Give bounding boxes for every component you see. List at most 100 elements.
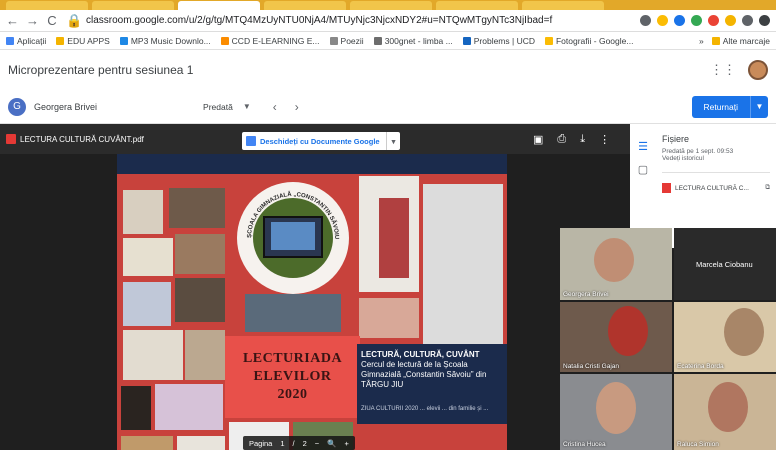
- photo: [123, 238, 173, 276]
- zoom-in-icon[interactable]: +: [345, 439, 349, 448]
- bookmark[interactable]: MP3 Music Downlo...: [119, 36, 211, 46]
- svg-text:ȘCOALA GIMNAZIALĂ „CONSTANTIN: ȘCOALA GIMNAZIALĂ „CONSTANTIN SĂVOIU”: [237, 182, 339, 239]
- browser-tab[interactable]: [264, 1, 346, 10]
- participant-face: [608, 306, 648, 356]
- open-with-docs-button[interactable]: Deschideți cu Documente Google ▾: [242, 132, 401, 150]
- page-title: Microprezentare pentru sesiunea 1: [8, 63, 194, 77]
- viewer-tools: ▣ ⎙ ⤓ ⋮: [533, 133, 610, 146]
- folder-icon: [56, 36, 65, 45]
- browser-tab[interactable]: [92, 1, 174, 10]
- student-name[interactable]: Georgera Brivei: [34, 102, 97, 112]
- zoom-icon[interactable]: 🔍: [327, 439, 336, 448]
- comment-icon[interactable]: ▣: [533, 133, 543, 146]
- browser-tab[interactable]: [522, 1, 604, 10]
- bookmark[interactable]: CCD E-LEARNING E...: [220, 36, 320, 46]
- bookmark[interactable]: Aplicații: [6, 36, 46, 46]
- poster-title-line2: ELEVILOR: [253, 369, 332, 384]
- bookmark[interactable]: 300gnet - limba ...: [373, 36, 453, 46]
- file-item[interactable]: LECTURA CULTURĂ C... ⧉: [662, 172, 770, 193]
- site-icon: [462, 36, 471, 45]
- photo: [423, 184, 503, 344]
- participant-tile[interactable]: Marcela Ciobanu: [674, 228, 776, 300]
- page-separator: /: [292, 438, 295, 448]
- comments-icon[interactable]: ▢: [638, 163, 648, 176]
- bookmark[interactable]: EDU APPS: [56, 36, 110, 46]
- address-bar-row: ← → C 🔒 classroom.google.com/u/2/g/tg/MT…: [0, 10, 776, 32]
- participant-face: [596, 382, 636, 434]
- bookmarks-right: » Alte marcaje: [699, 36, 770, 46]
- page-current[interactable]: 1: [280, 439, 284, 448]
- participant-tile[interactable]: Cristina Hucea: [560, 374, 672, 450]
- more-bookmarks-icon[interactable]: »: [699, 36, 704, 46]
- participant-name: Ecaterina Borda: [677, 363, 724, 370]
- participant-name: Raluca Simion: [677, 441, 719, 448]
- participant-tile[interactable]: Natalia Cristi Gajan: [560, 302, 672, 372]
- app-header: Microprezentare pentru sesiunea 1 ⋮⋮: [0, 50, 776, 90]
- more-options-icon[interactable]: ⋮: [599, 133, 610, 146]
- url-field[interactable]: classroom.google.com/u/2/g/tg/MTQ4MzUyNT…: [86, 15, 632, 26]
- apps-grid-icon[interactable]: ⋮⋮: [710, 62, 736, 78]
- account-avatar[interactable]: [748, 60, 768, 80]
- details-icon[interactable]: ☰: [638, 140, 648, 153]
- open-external-icon[interactable]: ⧉: [765, 184, 770, 192]
- poster-title-line3: 2020: [277, 387, 308, 402]
- participant-face: [708, 382, 748, 432]
- grading-bar: G Georgera Brivei Predată ▼ ‹ › Returnaț…: [0, 90, 776, 124]
- site-icon: [373, 36, 382, 45]
- folder-icon: [711, 36, 720, 45]
- print-icon[interactable]: ⎙: [557, 133, 566, 146]
- zoom-icon[interactable]: [640, 15, 651, 26]
- browser-tab-active[interactable]: [178, 1, 260, 10]
- view-history-link[interactable]: Vedeți istoricul: [662, 155, 770, 162]
- pdf-page: ȘCOALA GIMNAZIALĂ „CONSTANTIN SĂVOIU” LE…: [117, 154, 507, 450]
- participant-face: [724, 308, 764, 356]
- browser-tab[interactable]: [350, 1, 432, 10]
- browser-tab-strip: [0, 0, 776, 10]
- return-button[interactable]: Returnați: [691, 95, 750, 118]
- bookmark[interactable]: Problems | UCD: [462, 36, 535, 46]
- page-controls: Pagina 1 / 2 − 🔍 +: [243, 436, 355, 450]
- participant-tile[interactable]: Ecaterina Borda: [674, 302, 776, 372]
- previous-student-icon[interactable]: ‹: [273, 100, 277, 114]
- site-icon: [220, 36, 229, 45]
- forward-arrow-icon[interactable]: →: [26, 13, 39, 28]
- star-icon[interactable]: [657, 15, 668, 26]
- participant-name: Marcela Ciobanu: [696, 260, 753, 269]
- other-bookmarks[interactable]: Alte marcaje: [711, 36, 770, 46]
- participant-tile[interactable]: Georgera Brivei: [560, 228, 672, 300]
- reload-icon[interactable]: C: [46, 13, 58, 28]
- info-subtitle: Cercul de lectură de la Școala Gimnazial…: [361, 360, 487, 389]
- photo: [123, 190, 163, 234]
- open-with-label: Deschideți cu Documente Google: [260, 136, 380, 146]
- extension-icon[interactable]: [674, 15, 685, 26]
- back-arrow-icon[interactable]: ←: [6, 13, 19, 28]
- puzzle-icon[interactable]: [742, 15, 753, 26]
- bookmarks-bar: Aplicații EDU APPS MP3 Music Downlo... C…: [0, 32, 776, 50]
- extension-icon[interactable]: [691, 15, 702, 26]
- file-name: LECTURA CULTURĂ CUVÂNT.pdf: [20, 134, 144, 144]
- download-icon[interactable]: ⤓: [580, 133, 585, 146]
- next-student-icon[interactable]: ›: [295, 100, 299, 114]
- extension-icon[interactable]: [725, 15, 736, 26]
- open-with-dropdown-icon[interactable]: ▾: [385, 132, 401, 150]
- photo: [185, 330, 225, 380]
- photo: [175, 278, 225, 322]
- pdf-icon: [6, 134, 16, 144]
- browser-tab[interactable]: [6, 1, 88, 10]
- photo: [155, 384, 223, 430]
- bookmark[interactable]: Fotografii - Google...: [544, 36, 633, 46]
- site-icon: [119, 36, 128, 45]
- status-dropdown-icon[interactable]: ▼: [243, 102, 251, 111]
- google-docs-icon: [246, 136, 256, 146]
- bookmark[interactable]: Poezii: [329, 36, 364, 46]
- participant-tile[interactable]: Raluca Simion: [674, 374, 776, 450]
- status-label: Predată: [203, 101, 233, 112]
- return-dropdown-icon[interactable]: ▼: [750, 95, 768, 118]
- extension-icon[interactable]: [708, 15, 719, 26]
- browser-tab[interactable]: [436, 1, 518, 10]
- pdf-file-icon: [662, 183, 671, 193]
- header-right: ⋮⋮: [710, 60, 768, 80]
- zoom-out-icon[interactable]: −: [315, 439, 319, 448]
- photo: [123, 282, 171, 326]
- profile-icon[interactable]: [759, 15, 770, 26]
